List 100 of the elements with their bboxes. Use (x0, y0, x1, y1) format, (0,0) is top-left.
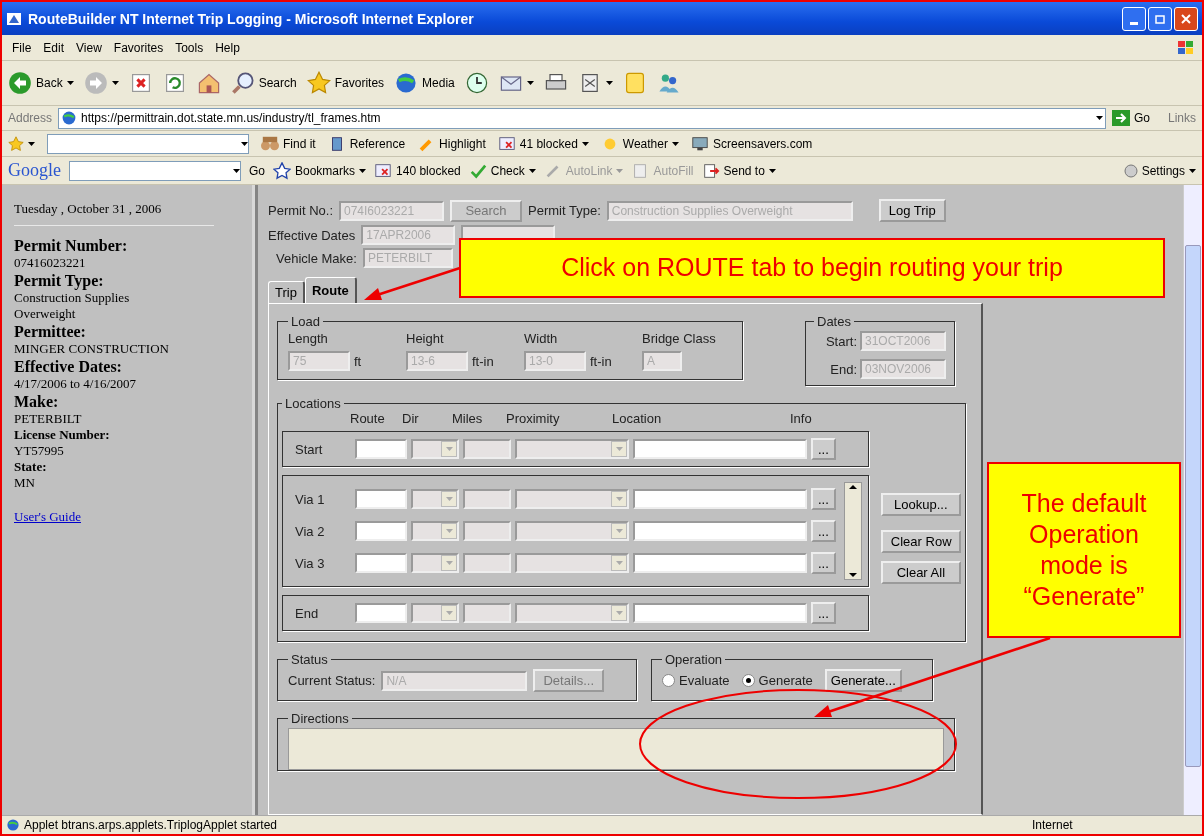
go-link[interactable]: Go (249, 163, 265, 178)
caret-icon[interactable] (66, 81, 74, 85)
toolbar-button[interactable]: Back (8, 71, 74, 95)
caret-icon[interactable] (233, 168, 240, 173)
toolbar-button[interactable]: Find it (261, 134, 316, 153)
dropdown-field[interactable] (515, 489, 629, 509)
toolbar-button[interactable]: Favorites (306, 71, 385, 95)
action-button[interactable]: Clear All (880, 561, 961, 584)
go-button[interactable]: Go (1111, 110, 1150, 126)
toolbar-button[interactable]: Search (230, 71, 297, 95)
unit-label: ft-in (590, 353, 612, 369)
caret-icon[interactable] (526, 81, 534, 85)
dropdown-field[interactable] (411, 553, 459, 573)
miles-field[interactable] (463, 603, 511, 623)
caret-icon[interactable] (359, 168, 367, 173)
toolbar-button[interactable]: Screensavers.com (690, 134, 813, 153)
tab[interactable]: Trip (268, 281, 305, 303)
miles-field[interactable] (463, 439, 511, 459)
miles-field[interactable] (463, 489, 511, 509)
info-button[interactable]: ... (811, 520, 836, 542)
star-icon (306, 71, 331, 95)
toolbar-icon-button[interactable] (196, 71, 221, 95)
dropdown-field[interactable] (411, 439, 459, 459)
menu-item[interactable]: Edit (39, 40, 69, 55)
toolbar-button[interactable]: Send to (701, 161, 776, 180)
info-button[interactable]: ... (811, 438, 836, 460)
caret-icon[interactable] (241, 141, 248, 146)
route-field[interactable] (355, 439, 407, 459)
dropdown-field[interactable] (411, 603, 459, 623)
scrollbar[interactable] (843, 482, 862, 580)
generate-button[interactable]: Generate... (824, 669, 902, 692)
directions-text-area[interactable] (288, 728, 944, 770)
info-button[interactable]: ... (811, 488, 836, 510)
location-field[interactable] (633, 521, 807, 541)
caret-icon[interactable] (605, 81, 613, 85)
toolbar-button[interactable]: Media (394, 71, 455, 95)
caret-icon[interactable] (768, 168, 776, 173)
page-scrollbar[interactable] (1183, 185, 1202, 815)
menu-item[interactable]: Favorites (109, 40, 168, 55)
caret-icon[interactable] (28, 141, 35, 146)
search-field[interactable] (47, 133, 249, 154)
caret-icon[interactable] (111, 81, 119, 85)
action-button[interactable]: Clear Row (880, 530, 961, 553)
route-field[interactable] (355, 603, 407, 623)
dropdown-field[interactable] (411, 489, 459, 509)
maximize-button[interactable] (1148, 6, 1172, 31)
address-field[interactable]: https://permittrain.dot.state.mn.us/industry/tl_frames.htm (58, 107, 1106, 129)
route-field[interactable] (355, 489, 407, 509)
radio-option[interactable]: Generate (741, 673, 813, 688)
window-title: RouteBuilder NT Internet Trip Logging - Microsoft Internet Explorer (28, 10, 474, 27)
google-search-field[interactable] (69, 160, 241, 181)
location-field[interactable] (633, 553, 807, 573)
toolbar-button[interactable]: 140 blocked (374, 161, 461, 180)
dropdown-field[interactable] (515, 603, 629, 623)
caret-icon[interactable] (1189, 168, 1196, 173)
close-button[interactable] (1174, 6, 1198, 31)
minimize-button[interactable] (1122, 6, 1146, 31)
toolbar-button[interactable]: Reference (327, 134, 406, 153)
location-field[interactable] (633, 489, 807, 509)
dropdown-field[interactable] (515, 553, 629, 573)
clock-icon (464, 71, 489, 95)
scroll-down-icon[interactable] (847, 571, 858, 579)
info-button[interactable]: ... (811, 602, 836, 624)
links-button[interactable]: Links (1168, 111, 1196, 125)
radio-icon[interactable] (662, 674, 675, 687)
miles-field[interactable] (463, 553, 511, 573)
settings-button[interactable]: Settings (1123, 163, 1196, 178)
caret-icon[interactable] (1095, 116, 1103, 120)
dropdown-field[interactable] (515, 439, 629, 459)
dropdown-field[interactable] (411, 521, 459, 541)
toolbar-button[interactable]: 41 blocked (497, 134, 589, 153)
location-field[interactable] (633, 603, 807, 623)
caret-icon[interactable] (671, 141, 679, 146)
menu-item[interactable]: File (8, 40, 36, 55)
dropdown-field[interactable] (515, 521, 629, 541)
radio-option[interactable]: Evaluate (662, 673, 730, 688)
route-field[interactable] (355, 521, 407, 541)
log-trip-button[interactable]: Log Trip (878, 199, 946, 222)
menu-item[interactable]: Help (211, 40, 244, 55)
toolbar-button[interactable]: Check (468, 161, 536, 180)
favorites-button[interactable] (8, 135, 35, 152)
toolbar-button[interactable]: Bookmarks (273, 161, 367, 180)
action-button[interactable]: Lookup... (880, 493, 961, 516)
caret-icon[interactable] (528, 168, 536, 173)
users-guide-link[interactable]: User's Guide (14, 509, 81, 525)
tab[interactable]: Route (304, 277, 357, 303)
info-button[interactable]: ... (811, 552, 836, 574)
field-label: State: (14, 459, 48, 475)
menu-item[interactable]: View (72, 40, 106, 55)
scroll-up-icon[interactable] (847, 483, 858, 491)
toolbar-button[interactable]: Highlight (417, 134, 486, 153)
caret-icon[interactable] (581, 141, 589, 146)
route-field[interactable] (355, 553, 407, 573)
menu-item[interactable]: Tools (171, 40, 208, 55)
field-label: Start: (825, 333, 857, 349)
radio-icon[interactable] (741, 674, 755, 687)
toolbar-button[interactable]: Weather (600, 134, 679, 153)
toolbar-icon-button[interactable] (464, 71, 489, 95)
miles-field[interactable] (463, 521, 511, 541)
location-field[interactable] (633, 439, 807, 459)
